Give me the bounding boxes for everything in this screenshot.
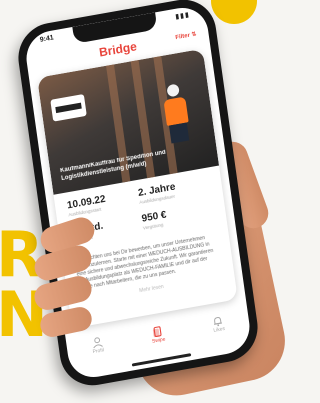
company-logo: [50, 93, 87, 122]
status-time: 9:41: [39, 34, 55, 44]
signal-icon: ▮▮▮: [174, 11, 191, 21]
tab-swipe[interactable]: Swipe: [126, 316, 191, 358]
yellow-decor-circle: [211, 0, 257, 24]
tab-profile[interactable]: Profil: [66, 327, 131, 369]
tab-likes[interactable]: Likes: [186, 306, 251, 348]
